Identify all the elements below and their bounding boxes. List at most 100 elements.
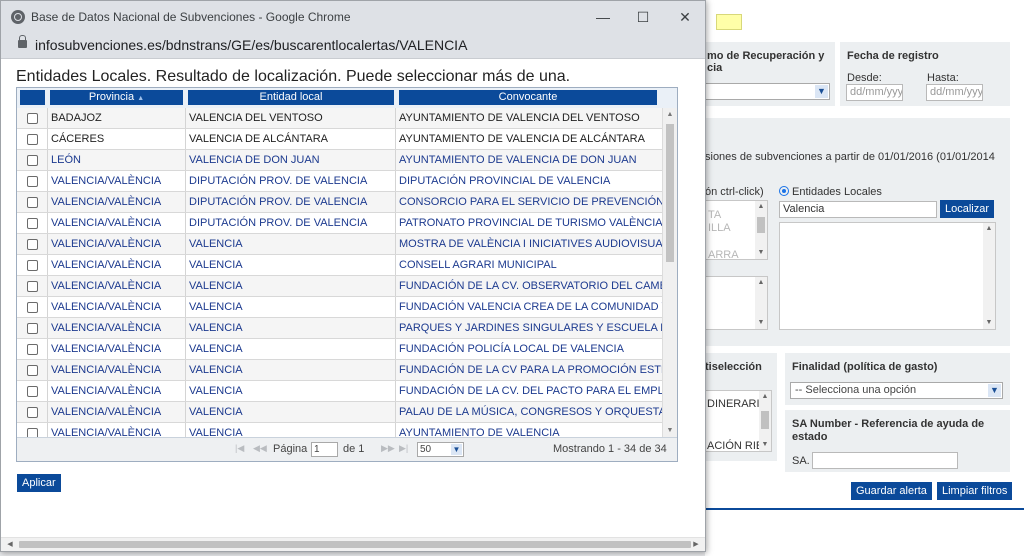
address-bar[interactable]: infosubvenciones.es/bdnstrans/GE/es/busc…: [1, 33, 705, 59]
row-checkbox[interactable]: [27, 281, 38, 292]
scroll-down-icon[interactable]: ▼: [759, 439, 771, 451]
list-item[interactable]: DINERARI: [707, 398, 760, 410]
row-select-cell[interactable]: [17, 297, 48, 317]
scroll-down-icon[interactable]: ▼: [983, 317, 995, 329]
select-all-header[interactable]: [20, 90, 45, 105]
list-scrollbar[interactable]: ▲ ▼: [759, 391, 771, 451]
row-select-cell[interactable]: [17, 423, 48, 437]
scroll-up-icon[interactable]: ▲: [983, 223, 995, 235]
row-select-cell[interactable]: [17, 192, 48, 212]
grid-scrollbar[interactable]: ▲ ▼: [662, 108, 677, 437]
entidades-search-input[interactable]: Valencia: [779, 201, 937, 218]
table-row[interactable]: VALENCIA/VALÈNCIA VALENCIA AYUNTAMIENTO DE…: [17, 423, 662, 437]
row-select-cell[interactable]: [17, 171, 48, 191]
list-scrollbar[interactable]: ▲ ▼: [755, 277, 767, 329]
recovery-select[interactable]: ▼: [705, 83, 830, 100]
row-select-cell[interactable]: [17, 402, 48, 422]
table-row[interactable]: CÁCERES VALENCIA DE ALCÁNTARA AYUNTAMIENTO…: [17, 129, 662, 150]
table-row[interactable]: VALENCIA/VALÈNCIA VALENCIA FUNDACIÓN DE LA…: [17, 381, 662, 402]
list-item[interactable]: TA: [708, 209, 721, 221]
list-scrollbar[interactable]: ▲ ▼: [755, 201, 767, 259]
entidades-radio[interactable]: Entidades Locales: [779, 186, 882, 198]
table-row[interactable]: LEÓN VALENCIA DE DON JUAN AYUNTAMIENTO DE …: [17, 150, 662, 171]
row-checkbox[interactable]: [27, 323, 38, 334]
scroll-up-icon[interactable]: ▲: [663, 108, 677, 121]
next-page-icon[interactable]: ▶▶: [381, 443, 395, 454]
row-select-cell[interactable]: [17, 255, 48, 275]
table-row[interactable]: VALENCIA/VALÈNCIA DIPUTACIÓN PROV. DE VAL…: [17, 213, 662, 234]
minimize-button[interactable]: —: [591, 7, 615, 27]
row-select-cell[interactable]: [17, 381, 48, 401]
table-row[interactable]: VALENCIA/VALÈNCIA DIPUTACIÓN PROV. DE VAL…: [17, 171, 662, 192]
apply-button[interactable]: Aplicar: [17, 474, 61, 492]
localizar-button[interactable]: Localizar: [940, 200, 995, 218]
scroll-up-icon[interactable]: ▲: [755, 277, 767, 289]
finalidad-select[interactable]: -- Selecciona una opción ▼: [790, 382, 1003, 399]
column-header-convocante[interactable]: Convocante: [399, 90, 657, 105]
scroll-thumb[interactable]: [761, 411, 769, 429]
row-select-cell[interactable]: [17, 213, 48, 233]
scroll-right-icon[interactable]: ▶: [690, 538, 702, 551]
prev-page-icon[interactable]: ◀◀: [253, 443, 267, 454]
table-row[interactable]: VALENCIA/VALÈNCIA DIPUTACIÓN PROV. DE VAL…: [17, 192, 662, 213]
scroll-down-icon[interactable]: ▼: [663, 424, 677, 437]
scroll-down-icon[interactable]: ▼: [755, 247, 767, 259]
row-checkbox[interactable]: [27, 386, 38, 397]
list-scrollbar[interactable]: ▲ ▼: [983, 223, 995, 329]
page-number-input[interactable]: 1: [311, 442, 338, 457]
row-checkbox[interactable]: [27, 260, 38, 271]
row-checkbox[interactable]: [27, 428, 38, 437]
row-checkbox[interactable]: [27, 407, 38, 418]
row-checkbox[interactable]: [27, 218, 38, 229]
column-header-provincia[interactable]: Provincia ▲: [50, 90, 183, 105]
row-checkbox[interactable]: [27, 134, 38, 145]
highlight-field[interactable]: [716, 14, 742, 30]
scroll-up-icon[interactable]: ▲: [759, 391, 771, 403]
row-checkbox[interactable]: [27, 239, 38, 250]
row-select-cell[interactable]: [17, 339, 48, 359]
last-page-icon[interactable]: ▶|: [399, 443, 408, 454]
row-select-cell[interactable]: [17, 129, 48, 149]
scroll-up-icon[interactable]: ▲: [755, 201, 767, 213]
row-select-cell[interactable]: [17, 360, 48, 380]
row-checkbox[interactable]: [27, 155, 38, 166]
table-row[interactable]: VALENCIA/VALÈNCIA VALENCIA FUNDACIÓN POLIC…: [17, 339, 662, 360]
guardar-alerta-button[interactable]: Guardar alerta: [851, 482, 932, 500]
row-select-cell[interactable]: [17, 318, 48, 338]
first-page-icon[interactable]: |◀: [235, 443, 244, 454]
desde-input[interactable]: dd/mm/yyyy: [846, 84, 903, 101]
multiselect-list[interactable]: DINERARI ACIÓN RIE ▲ ▼: [705, 390, 772, 452]
table-row[interactable]: VALENCIA/VALÈNCIA VALENCIA PALAU DE LA MÚS…: [17, 402, 662, 423]
scroll-left-icon[interactable]: ◀: [4, 538, 16, 551]
scroll-thumb[interactable]: [19, 541, 691, 548]
sa-input[interactable]: [812, 452, 958, 469]
table-row[interactable]: VALENCIA/VALÈNCIA VALENCIA FUNDACIÓN VALEN…: [17, 297, 662, 318]
list-item[interactable]: ACIÓN RIE: [707, 440, 763, 452]
row-checkbox[interactable]: [27, 365, 38, 376]
table-row[interactable]: VALENCIA/VALÈNCIA VALENCIA FUNDACIÓN DE LA…: [17, 360, 662, 381]
row-select-cell[interactable]: [17, 276, 48, 296]
hasta-input[interactable]: dd/mm/yyyy: [926, 84, 983, 101]
comunidad-list[interactable]: TA ILLA ARRA ▲ ▼: [705, 200, 768, 261]
close-button[interactable]: ✕: [673, 7, 697, 27]
scroll-thumb[interactable]: [666, 124, 674, 262]
column-header-entidad[interactable]: Entidad local: [188, 90, 394, 105]
row-select-cell[interactable]: [17, 150, 48, 170]
title-bar[interactable]: Base de Datos Nacional de Subvenciones -…: [1, 1, 705, 33]
limpiar-filtros-button[interactable]: Limpiar filtros: [937, 482, 1013, 500]
scroll-down-icon[interactable]: ▼: [755, 317, 767, 329]
url-text[interactable]: infosubvenciones.es/bdnstrans/GE/es/busc…: [35, 37, 467, 53]
table-row[interactable]: BADAJOZ VALENCIA DEL VENTOSO AYUNTAMIENTO …: [17, 108, 662, 129]
row-checkbox[interactable]: [27, 197, 38, 208]
table-row[interactable]: VALENCIA/VALÈNCIA VALENCIA PARQUES Y JARDI…: [17, 318, 662, 339]
row-checkbox[interactable]: [27, 302, 38, 313]
page-size-select[interactable]: 50 ▼: [417, 442, 464, 457]
provincia-list[interactable]: ▲ ▼: [705, 276, 768, 330]
entidades-results-list[interactable]: ▲ ▼: [779, 222, 996, 330]
list-item[interactable]: ARRA: [708, 249, 739, 261]
scroll-thumb[interactable]: [757, 217, 765, 233]
horizontal-scrollbar[interactable]: ◀ ▶: [1, 537, 705, 551]
maximize-button[interactable]: ☐: [631, 7, 655, 27]
table-row[interactable]: VALENCIA/VALÈNCIA VALENCIA MOSTRA DE VALÈN…: [17, 234, 662, 255]
row-checkbox[interactable]: [27, 176, 38, 187]
